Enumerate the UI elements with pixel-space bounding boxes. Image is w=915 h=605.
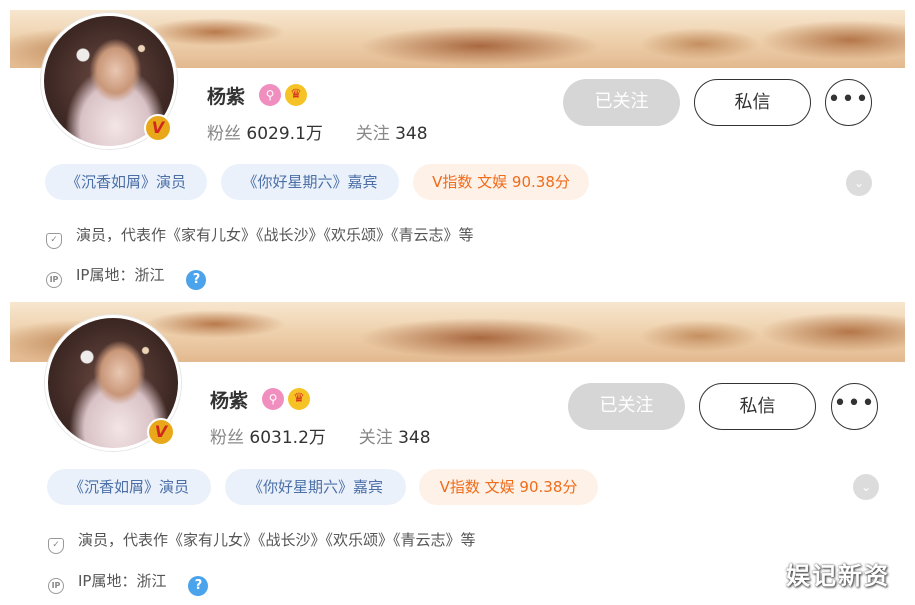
tag-show-guest[interactable]: 《你好星期六》嘉宾 [221,164,399,200]
ip-icon: IP [46,272,62,288]
ip-location-text: IP属地：浙江 [76,266,165,284]
verified-badge-icon: V [144,114,172,142]
description-text: 演员，代表作《家有儿女》《战长沙》《欢乐颂》《青云志》等 [76,226,474,244]
fans-count[interactable]: 6031.2万 [249,428,325,448]
help-icon[interactable]: ? [186,270,207,290]
profile-stats: 粉丝 6029.1万 关注 348 [207,119,428,144]
description-row: ✓ 演员，代表作《家有儿女》《战长沙》《欢乐颂》《青云志》等 [48,529,476,554]
fans-label: 粉丝 [207,124,241,144]
expand-chevron-icon[interactable]: ⌄ [846,170,872,196]
shield-icon: ✓ [48,538,64,554]
profile-card-2: V 杨紫 ⚲ ♛ 粉丝 6031.2万 关注 348 已关注 私信 ••• 《沉… [0,302,915,605]
profile-card-1: V 杨紫 ⚲ ♛ 粉丝 6029.1万 关注 348 已关注 私信 ••• 《沉… [0,0,915,300]
tag-drama-role[interactable]: 《沉香如屑》演员 [45,164,207,200]
tag-v-index[interactable]: V指数 文娱 90.38分 [419,469,598,505]
message-button[interactable]: 私信 [699,383,816,430]
followed-button[interactable]: 已关注 [563,79,680,126]
follow-label: 关注 [355,124,390,144]
profile-name: 杨紫 [207,86,246,108]
message-button[interactable]: 私信 [694,79,811,126]
tag-show-guest[interactable]: 《你好星期六》嘉宾 [225,469,406,505]
profile-name: 杨紫 [210,390,249,412]
follow-count[interactable]: 348 [395,124,427,144]
ip-icon: IP [48,578,64,594]
ip-location-text: IP属地：浙江 [78,572,167,590]
follow-count[interactable]: 348 [398,428,430,448]
ip-location-row: IP IP属地：浙江? [48,570,209,596]
verified-badge-icon: V [147,418,175,446]
fans-label: 粉丝 [210,428,244,448]
help-icon[interactable]: ? [188,576,209,596]
fans-count[interactable]: 6029.1万 [246,124,322,144]
member-badge-icon[interactable]: ⚲ [262,388,284,410]
member-badge-icon[interactable]: ⚲ [259,84,281,106]
more-options-button[interactable]: ••• [825,79,872,126]
shield-icon: ✓ [46,233,62,249]
expand-chevron-icon[interactable]: ⌄ [853,474,879,500]
watermark: 娱记新资 [786,562,890,590]
tag-drama-role[interactable]: 《沉香如屑》演员 [47,469,211,505]
description-text: 演员，代表作《家有儿女》《战长沙》《欢乐颂》《青云志》等 [78,531,476,549]
tag-v-index[interactable]: V指数 文娱 90.38分 [413,164,589,200]
description-row: ✓ 演员，代表作《家有儿女》《战长沙》《欢乐颂》《青云志》等 [46,224,474,249]
followed-button[interactable]: 已关注 [568,383,685,430]
crown-badge-icon[interactable]: ♛ [288,388,310,410]
profile-stats: 粉丝 6031.2万 关注 348 [210,423,431,448]
more-options-button[interactable]: ••• [831,383,878,430]
ip-location-row: IP IP属地：浙江? [46,264,207,290]
crown-badge-icon[interactable]: ♛ [285,84,307,106]
follow-label: 关注 [358,428,393,448]
